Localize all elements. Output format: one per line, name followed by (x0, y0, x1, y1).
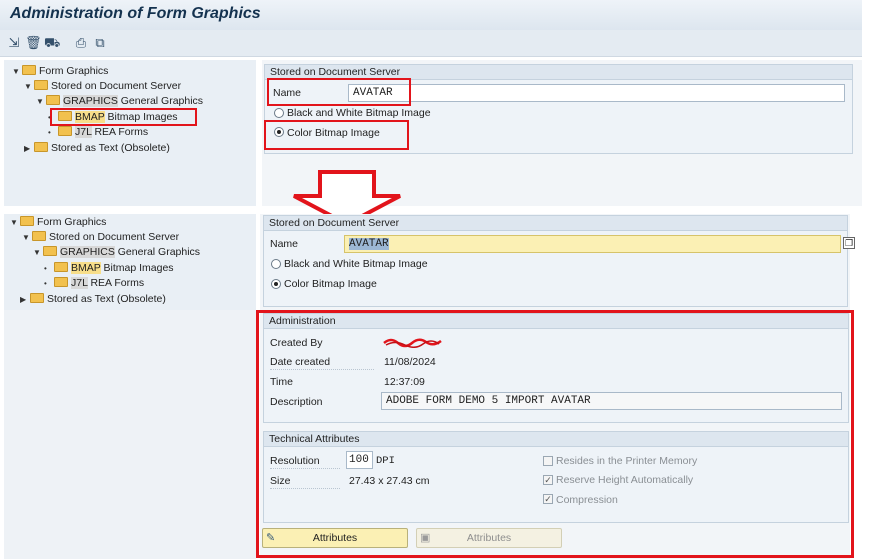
highlight-box-name (267, 78, 411, 106)
print-icon[interactable]: ⎙ (73, 35, 89, 51)
color-bitmap-radio[interactable] (271, 279, 281, 289)
folder-icon (30, 293, 44, 303)
bw-bitmap-label: Black and White Bitmap Image (284, 258, 428, 270)
folder-icon (22, 65, 36, 75)
folder-icon (58, 126, 72, 136)
page-title: Administration of Form Graphics (10, 5, 261, 22)
color-bitmap-label: Color Bitmap Image (284, 278, 377, 290)
delete-icon[interactable]: 🗑 (25, 35, 42, 51)
name-label: Name (270, 238, 299, 250)
tree-node-graphics[interactable]: ▼ GRAPHICS General Graphics (36, 94, 203, 109)
bw-bitmap-radio[interactable] (274, 108, 284, 118)
group-title: Stored on Document Server (264, 216, 847, 231)
title-bar: Administration of Form Graphics (0, 0, 862, 30)
folder-icon (34, 80, 48, 90)
tree-node-graphics[interactable]: ▼ GRAPHICS General Graphics (33, 245, 200, 260)
tree-node-j7l[interactable]: • J7L REA Forms (44, 276, 144, 291)
folder-icon (20, 216, 34, 226)
value-help-icon[interactable]: ❐ (843, 237, 855, 249)
folder-icon (32, 231, 46, 241)
highlight-box-administration (256, 310, 854, 558)
tree-node-text[interactable]: ▶ Stored as Text (Obsolete) (20, 292, 166, 307)
tree-node-j7l[interactable]: • J7L REA Forms (48, 125, 148, 140)
copy-icon[interactable]: ⧉ (92, 35, 108, 51)
tree-node-form-graphics[interactable]: ▼ Form Graphics (10, 215, 106, 230)
toolbar: ⇲ 🗑 ⛟ ⎙ ⧉ (0, 30, 862, 57)
tree-node-text[interactable]: ▶ Stored as Text (Obsolete) (24, 141, 170, 156)
highlight-box-color (264, 120, 409, 150)
tree-node-bmap[interactable]: • BMAP Bitmap Images (44, 261, 174, 276)
tree-node-form-graphics[interactable]: ▼ Form Graphics (12, 64, 108, 79)
tree-node-document-server[interactable]: ▼ Stored on Document Server (24, 79, 181, 94)
import-icon[interactable]: ⇲ (6, 35, 22, 51)
transport-icon[interactable]: ⛟ (44, 35, 60, 51)
folder-icon (54, 277, 68, 287)
folder-icon (54, 262, 68, 272)
bw-bitmap-radio[interactable] (271, 259, 281, 269)
tree-panel-bottom-empty (4, 310, 256, 559)
name-field[interactable]: AVATAR (348, 84, 845, 102)
highlight-box-bmap (50, 108, 197, 126)
name-field[interactable]: AVATAR (344, 235, 841, 253)
folder-open-icon (43, 246, 57, 256)
folder-icon (34, 142, 48, 152)
bw-bitmap-label: Black and White Bitmap Image (287, 107, 431, 119)
tree-node-document-server[interactable]: ▼ Stored on Document Server (22, 230, 179, 245)
folder-open-icon (46, 95, 60, 105)
